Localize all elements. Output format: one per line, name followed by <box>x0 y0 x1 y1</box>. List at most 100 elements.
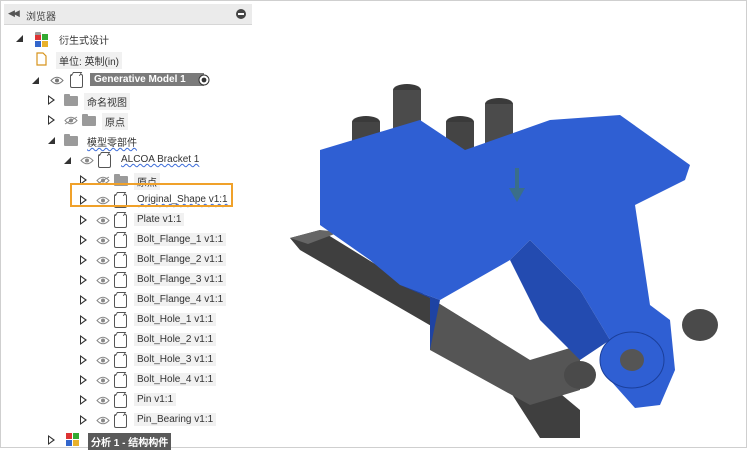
tree-item-label: Bolt_Hole_4 v1:1 <box>134 373 217 386</box>
component-icon <box>114 354 127 368</box>
component-icon <box>114 334 127 348</box>
tree-item-label: 命名视图 <box>84 93 130 110</box>
tree-item-label: Bolt_Flange_4 v1:1 <box>134 293 227 306</box>
tree-item-label: 模型零部件 <box>87 138 137 149</box>
tree-row[interactable]: Pin v1:1 <box>4 390 254 410</box>
tree-row-model[interactable]: Generative Model 1 <box>4 70 254 90</box>
eye-icon[interactable] <box>96 336 110 345</box>
study-icon <box>66 433 80 450</box>
browser-panel: ◀◀ 浏览器 衍生式设计 单位: 英制(in) Generative Model… <box>4 4 254 450</box>
component-icon <box>114 274 127 288</box>
tree-row[interactable]: Pin_Bearing v1:1 <box>4 410 254 430</box>
design-icon <box>35 32 49 47</box>
tree-item-label: Pin v1:1 <box>134 393 177 406</box>
pin-right <box>682 309 718 341</box>
model-viewport[interactable] <box>280 60 740 440</box>
eye-icon[interactable] <box>96 236 110 245</box>
expand-triangle-icon[interactable] <box>80 235 87 245</box>
collapse-triangle-icon[interactable] <box>16 35 23 42</box>
tree-row[interactable]: Bolt_Hole_3 v1:1 <box>4 350 254 370</box>
expand-triangle-icon[interactable] <box>80 395 87 405</box>
eye-icon[interactable] <box>96 396 110 405</box>
eye-icon[interactable] <box>80 156 94 165</box>
tree-item-label: Bolt_Hole_2 v1:1 <box>134 333 217 346</box>
tree-row[interactable]: 模型零部件 <box>4 130 254 150</box>
model-label: Generative Model 1 <box>90 73 204 86</box>
expand-triangle-icon[interactable] <box>48 435 55 445</box>
tree-row[interactable]: 命名视图 <box>4 90 254 110</box>
tree-row[interactable]: Bolt_Flange_3 v1:1 <box>4 270 254 290</box>
browser-options-icon[interactable] <box>236 9 246 19</box>
tree-item-label: Pin_Bearing v1:1 <box>134 413 217 426</box>
browser-title: 浏览器 <box>26 12 56 23</box>
component-icon <box>114 414 127 428</box>
expand-triangle-icon[interactable] <box>80 415 87 425</box>
collapse-triangle-icon[interactable] <box>64 157 71 164</box>
pin-left <box>564 361 596 389</box>
component-icon <box>114 394 127 408</box>
tree-item-label: Bolt_Hole_3 v1:1 <box>134 353 217 366</box>
expand-triangle-icon[interactable] <box>80 315 87 325</box>
tree-item-label: Plate v1:1 <box>134 213 185 226</box>
component-icon <box>70 74 83 88</box>
eye-icon[interactable] <box>96 216 110 225</box>
tree-row[interactable]: 原点 <box>4 110 254 130</box>
eye-icon[interactable] <box>96 276 110 285</box>
expand-triangle-icon[interactable] <box>80 295 87 305</box>
eye-icon[interactable] <box>96 296 110 305</box>
eye-icon[interactable] <box>96 256 110 265</box>
active-radio-icon[interactable] <box>198 74 210 89</box>
folder-icon <box>64 94 78 106</box>
tree-row[interactable]: Bolt_Flange_2 v1:1 <box>4 250 254 270</box>
expand-triangle-icon[interactable] <box>80 355 87 365</box>
eye-icon[interactable] <box>96 316 110 325</box>
collapse-icon[interactable]: ◀◀ <box>8 8 20 19</box>
eye-hidden-icon[interactable] <box>64 116 78 125</box>
highlight-box <box>70 183 233 207</box>
tree-row-units[interactable]: 单位: 英制(in) <box>4 49 254 69</box>
tree-row[interactable]: Bolt_Hole_2 v1:1 <box>4 330 254 350</box>
component-icon <box>114 314 127 328</box>
expand-triangle-icon[interactable] <box>48 95 55 105</box>
component-icon <box>98 154 111 168</box>
study-label: 分析 1 - 结构构件 <box>88 433 172 450</box>
folder-icon <box>82 114 96 126</box>
collapse-triangle-icon[interactable] <box>48 137 55 144</box>
pin-hole <box>620 349 644 371</box>
eye-icon[interactable] <box>96 376 110 385</box>
folder-icon <box>64 134 78 146</box>
expand-triangle-icon[interactable] <box>80 375 87 385</box>
expand-triangle-icon[interactable] <box>80 215 87 225</box>
expand-triangle-icon[interactable] <box>80 335 87 345</box>
eye-icon[interactable] <box>50 76 64 85</box>
tree-item-label: Bolt_Flange_1 v1:1 <box>134 233 227 246</box>
tree-row-study[interactable]: 分析 1 - 结构构件 <box>4 430 254 450</box>
expand-triangle-icon[interactable] <box>80 275 87 285</box>
tree-row[interactable]: Plate v1:1 <box>4 210 254 230</box>
tree-item-label: Bolt_Flange_2 v1:1 <box>134 253 227 266</box>
tree-item-label: Bolt_Flange_3 v1:1 <box>134 273 227 286</box>
tree-row[interactable]: Bolt_Hole_4 v1:1 <box>4 370 254 390</box>
component-icon <box>114 254 127 268</box>
eye-icon[interactable] <box>96 416 110 425</box>
tree-item-label: ALCOA Bracket 1 <box>121 154 200 165</box>
root-label: 衍生式设计 <box>59 36 109 47</box>
tree-row-root[interactable]: 衍生式设计 <box>4 28 254 48</box>
tree-item-label: 原点 <box>102 113 128 130</box>
browser-header: ◀◀ 浏览器 <box>4 4 252 25</box>
load-arrow-icon <box>515 168 519 190</box>
tree-row[interactable]: Bolt_Flange_4 v1:1 <box>4 290 254 310</box>
expand-triangle-icon[interactable] <box>48 115 55 125</box>
tree-row[interactable]: Bolt_Hole_1 v1:1 <box>4 310 254 330</box>
component-icon <box>114 374 127 388</box>
tree-item-label: Bolt_Hole_1 v1:1 <box>134 313 217 326</box>
collapse-triangle-icon[interactable] <box>32 77 39 84</box>
tree-row[interactable]: Bolt_Flange_1 v1:1 <box>4 230 254 250</box>
component-icon <box>114 214 127 228</box>
component-icon <box>114 234 127 248</box>
tree-row[interactable]: ALCOA Bracket 1 <box>4 150 254 170</box>
expand-triangle-icon[interactable] <box>80 255 87 265</box>
component-icon <box>114 294 127 308</box>
eye-icon[interactable] <box>96 356 110 365</box>
document-icon <box>36 52 47 69</box>
